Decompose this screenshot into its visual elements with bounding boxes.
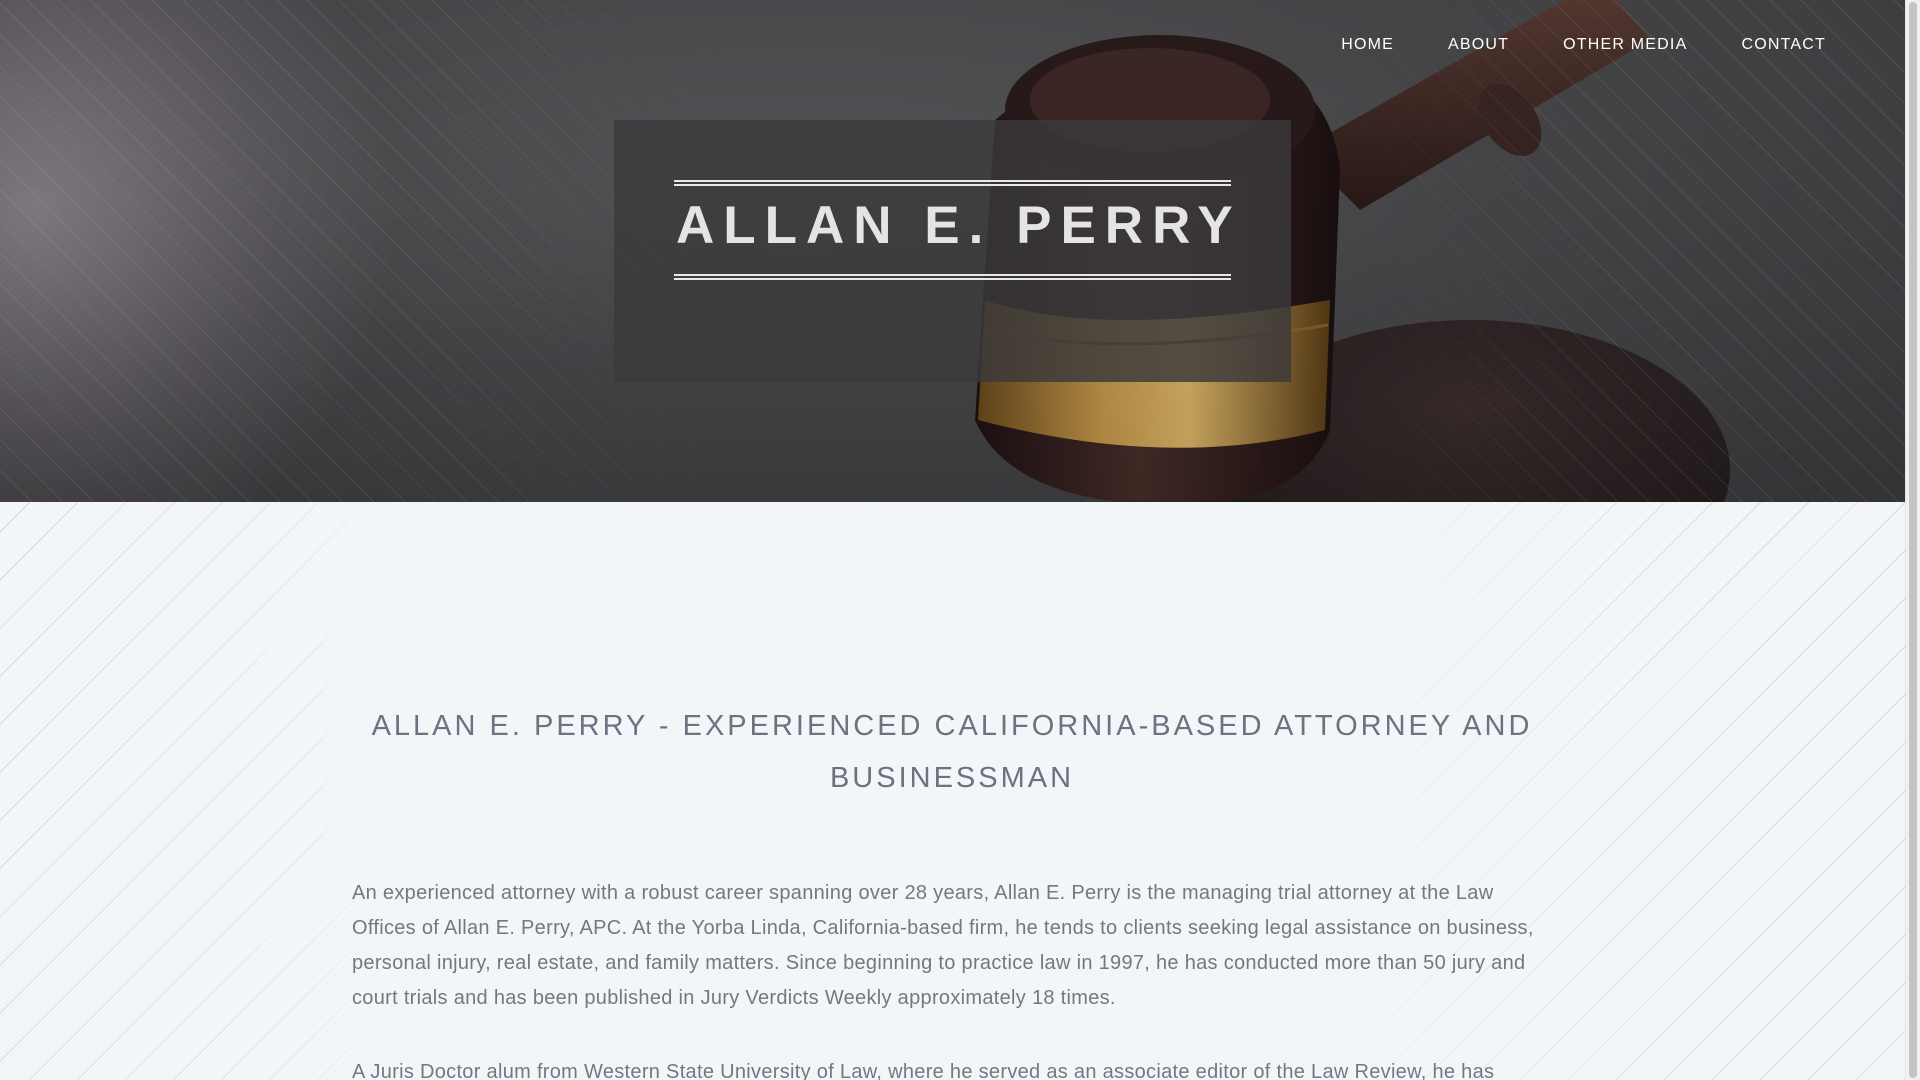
site-title: ALLAN E. PERRY [676,196,1242,255]
hero-banner: HOME ABOUT OTHER MEDIA CONTACT ALLAN E. … [0,0,1905,502]
page: HOME ABOUT OTHER MEDIA CONTACT ALLAN E. … [0,0,1905,1080]
vertical-scrollbar[interactable] [1905,0,1920,1080]
bio-paragraph-1: An experienced attorney with a robust ca… [352,882,1534,1009]
main-nav: HOME ABOUT OTHER MEDIA CONTACT [1314,36,1853,54]
nav-other-media[interactable]: OTHER MEDIA [1536,36,1714,54]
page-heading: ALLAN E. PERRY - EXPERIENCED CALIFORNIA-… [371,710,1533,794]
nav-home[interactable]: HOME [1314,36,1421,54]
nav-contact[interactable]: CONTACT [1714,36,1853,54]
title-rule-bottom [674,274,1231,280]
site-title-box: ALLAN E. PERRY [614,120,1291,382]
bio-paragraph-2: A Juris Doctor alum from Western State U… [352,1061,1495,1080]
nav-about[interactable]: ABOUT [1421,36,1536,54]
title-rule-top [674,180,1231,186]
scrollbar-thumb[interactable] [1909,2,1917,1078]
